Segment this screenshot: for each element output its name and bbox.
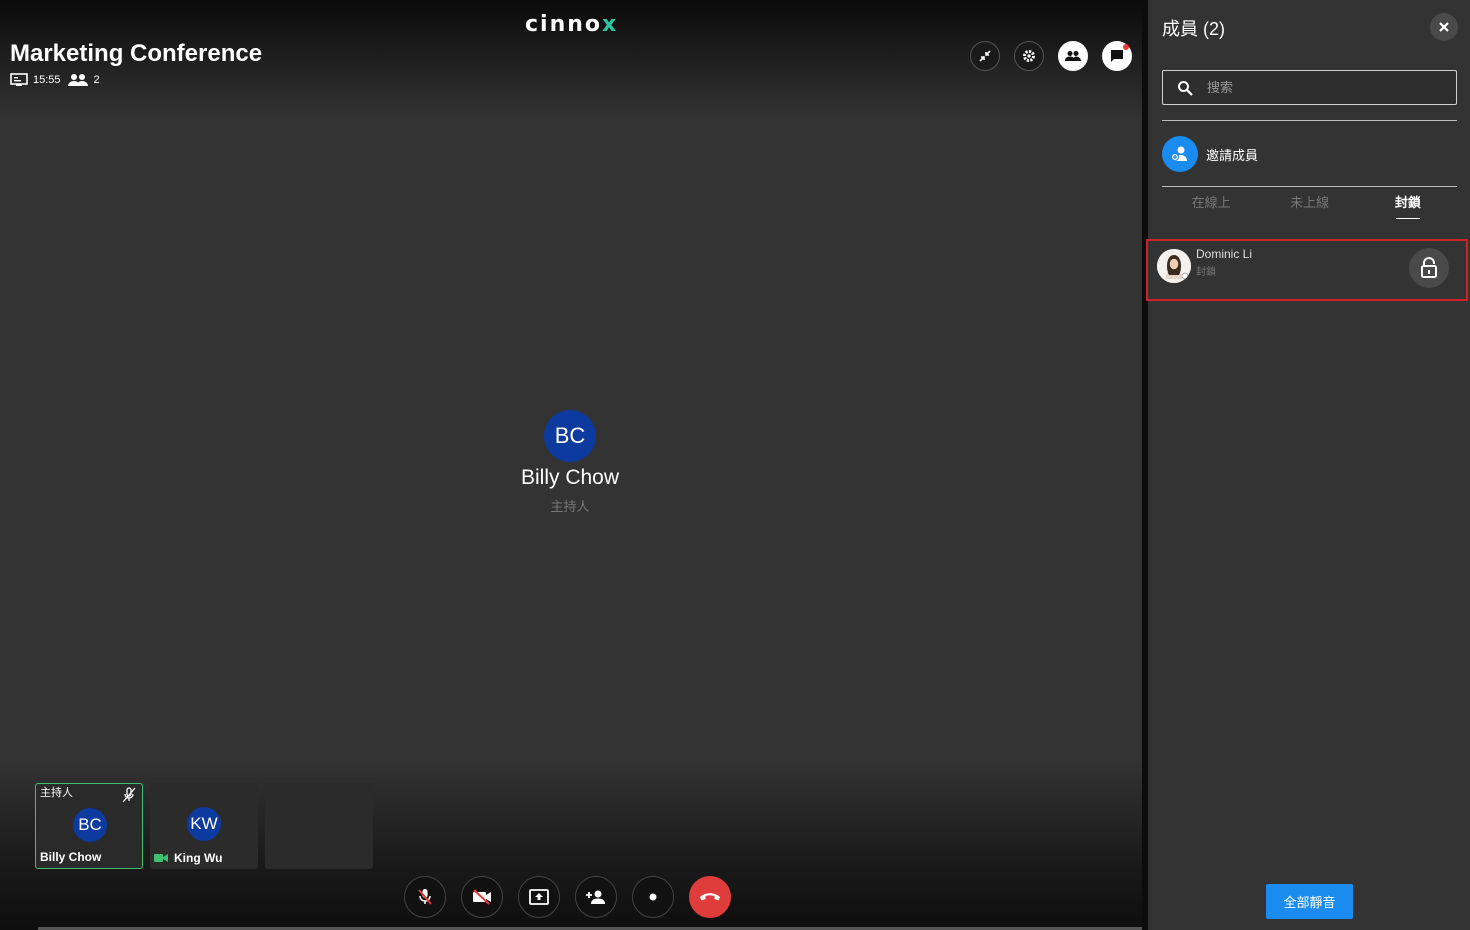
end-call-icon xyxy=(700,893,720,901)
presentation-icon xyxy=(10,73,28,86)
member-status: 封鎖 xyxy=(1196,267,1216,278)
notification-dot xyxy=(1123,44,1129,50)
tile-name: Billy Chow xyxy=(40,850,102,864)
close-icon xyxy=(1439,22,1449,32)
participant-count: 2 xyxy=(93,74,100,86)
mute-button[interactable] xyxy=(404,876,446,918)
divider xyxy=(1162,186,1457,187)
empty-tile xyxy=(265,783,373,869)
record-button[interactable] xyxy=(632,876,674,918)
invite-icon-wrap xyxy=(1162,136,1198,172)
participant-tile[interactable]: KW King Wu xyxy=(150,783,258,869)
tile-avatar: BC xyxy=(73,808,107,842)
tile-avatar: KW xyxy=(187,807,221,841)
add-member-icon xyxy=(1171,146,1187,161)
member-avatar xyxy=(1157,249,1191,283)
divider xyxy=(1162,120,1457,121)
cinnox-logo: cinnox xyxy=(525,12,619,37)
mic-off-icon xyxy=(418,889,432,905)
chat-icon xyxy=(1111,50,1123,62)
member-tabs: 在線上 未上線 封鎖 xyxy=(1162,192,1457,219)
member-name: Dominic Li xyxy=(1196,247,1253,261)
tab-offline[interactable]: 未上線 xyxy=(1260,192,1358,217)
settings-icon xyxy=(1023,50,1035,62)
member-row[interactable]: Dominic Li 封鎖 xyxy=(1146,239,1468,301)
speaker-avatar: BC xyxy=(544,410,596,462)
video-stage: cinnox Marketing Conference 15:55 2 BC B… xyxy=(0,0,1142,930)
chat-button[interactable] xyxy=(1102,41,1132,71)
share-screen-button[interactable] xyxy=(518,876,560,918)
conference-meta: 15:55 2 xyxy=(10,73,106,87)
top-actions xyxy=(970,41,1132,71)
panel-title: 成員 (2) xyxy=(1162,19,1225,39)
members-icon xyxy=(1065,51,1081,61)
settings-button[interactable] xyxy=(1014,41,1044,71)
tile-role: 主持人 xyxy=(40,787,73,799)
invite-label: 邀請成員 xyxy=(1206,147,1259,163)
speaker-name: Billy Chow xyxy=(520,466,620,489)
unlock-icon xyxy=(1421,257,1437,278)
add-participant-button[interactable] xyxy=(575,876,617,918)
members-button[interactable] xyxy=(1058,41,1088,71)
participant-tile[interactable]: 主持人 BC Billy Chow xyxy=(35,783,143,869)
collapse-button[interactable] xyxy=(970,41,1000,71)
search-input[interactable] xyxy=(1205,79,1439,96)
conference-title: Marketing Conference xyxy=(10,40,263,67)
search-icon xyxy=(1178,80,1193,96)
profile-photo-icon xyxy=(1157,249,1191,283)
mic-muted-icon xyxy=(122,787,136,803)
people-icon xyxy=(67,74,88,86)
active-speaker: BC Billy Chow 主持人 xyxy=(470,410,670,515)
tab-online[interactable]: 在線上 xyxy=(1162,192,1260,217)
video-toggle-button[interactable] xyxy=(461,876,503,918)
share-screen-icon xyxy=(529,889,549,905)
call-controls xyxy=(404,876,731,918)
members-panel: 成員 (2) 邀請成員 在線上 未上線 封鎖 Dominic Li 封鎖 全部靜… xyxy=(1146,0,1470,930)
close-panel-button[interactable] xyxy=(1430,13,1458,41)
tab-blocked[interactable]: 封鎖 xyxy=(1359,192,1457,219)
end-call-button[interactable] xyxy=(689,876,731,918)
unblock-button[interactable] xyxy=(1409,248,1449,288)
add-person-icon xyxy=(586,890,605,904)
video-off-icon xyxy=(473,889,491,905)
record-icon xyxy=(649,893,657,901)
video-on-icon xyxy=(154,854,168,862)
search-box xyxy=(1162,70,1457,105)
invite-members-button[interactable]: 邀請成員 xyxy=(1162,136,1258,172)
mute-all-button[interactable]: 全部靜音 xyxy=(1266,884,1353,919)
collapse-icon xyxy=(979,50,991,62)
duration: 15:55 xyxy=(33,74,61,86)
tile-name: King Wu xyxy=(154,851,222,865)
speaker-role: 主持人 xyxy=(550,499,590,514)
